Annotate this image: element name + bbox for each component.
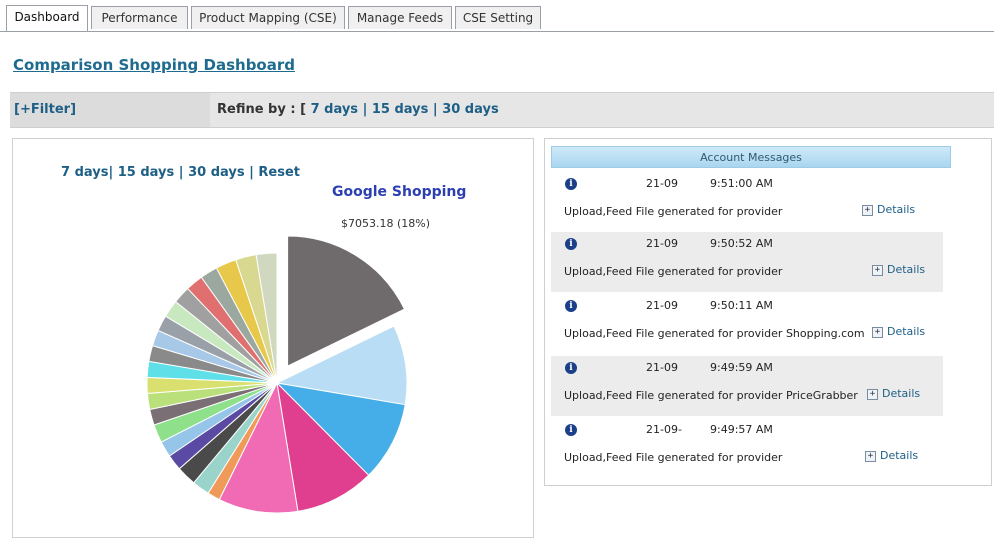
expand-plus-icon: + [872,326,883,338]
info-icon: i [565,178,577,190]
message-time: 9:49:59 AM [710,361,773,374]
message-time: 9:50:11 AM [710,299,773,312]
tab-cse-setting[interactable]: CSE Setting [455,6,541,29]
info-icon: i [565,300,577,312]
info-icon: i [565,424,577,436]
message-text: Upload,Feed File generated for provider [564,451,783,464]
message-date: 21-09 [646,177,678,190]
tab-bar: Dashboard Performance Product Mapping (C… [0,0,994,32]
message-text: Upload,Feed File generated for provider [564,265,783,278]
message-time: 9:51:00 AM [710,177,773,190]
details-link[interactable]: + Details [872,263,925,276]
message-item: i 21-09 9:49:59 AM Upload,Feed File gene… [551,356,943,416]
chart-panel: 7 days| 15 days | 30 days | Reset Google… [12,138,534,538]
refine-30-days-link[interactable]: 30 days [442,102,499,117]
message-item: i 21-09 9:50:52 AM Upload,Feed File gene… [551,232,943,292]
message-text: Upload,Feed File generated for provider [564,205,783,218]
details-link[interactable]: + Details [865,449,918,462]
tab-dashboard[interactable]: Dashboard [6,5,88,31]
filter-bar: [+Filter] Refine by : [ 7 days | 15 days… [10,92,994,128]
message-date: 21-09 [646,237,678,250]
tab-performance[interactable]: Performance [91,6,188,29]
message-time: 9:50:52 AM [710,237,773,250]
page-title[interactable]: Comparison Shopping Dashboard [13,56,295,74]
details-link[interactable]: + Details [862,203,915,216]
filter-cell: [+Filter] [10,93,210,127]
account-messages-header: Account Messages [551,146,951,168]
expand-plus-icon: + [865,450,876,462]
expand-plus-icon: + [872,264,883,276]
details-link[interactable]: + Details [872,325,925,338]
message-time: 9:49:57 AM [710,423,773,436]
refine-label: Refine by : [ [217,102,307,117]
message-item: i 21-09- 9:49:57 AM Upload,Feed File gen… [551,418,943,478]
message-date: 21-09- [646,423,682,436]
details-link[interactable]: + Details [867,387,920,400]
expand-plus-icon: + [867,388,878,400]
info-icon: i [565,362,577,374]
refine-7-days-link[interactable]: 7 days [311,102,358,117]
tab-product-mapping[interactable]: Product Mapping (CSE) [191,6,345,29]
info-icon: i [565,238,577,250]
pie-chart [146,235,408,514]
tab-manage-feeds[interactable]: Manage Feeds [348,6,452,29]
refine-15-days-link[interactable]: 15 days [372,102,429,117]
message-date: 21-09 [646,299,678,312]
message-text: Upload,Feed File generated for provider … [564,389,858,402]
expand-plus-icon: + [862,204,873,216]
account-messages-panel: Account Messages i 21-09 9:51:00 AM Uplo… [544,138,992,486]
message-item: i 21-09 9:51:00 AM Upload,Feed File gene… [551,172,943,232]
filter-toggle-link[interactable]: [+Filter] [14,102,76,117]
refine-by: Refine by : [ 7 days | 15 days | 30 days [217,102,499,117]
message-text: Upload,Feed File generated for provider … [564,327,865,340]
message-item: i 21-09 9:50:11 AM Upload,Feed File gene… [551,294,943,354]
message-date: 21-09 [646,361,678,374]
